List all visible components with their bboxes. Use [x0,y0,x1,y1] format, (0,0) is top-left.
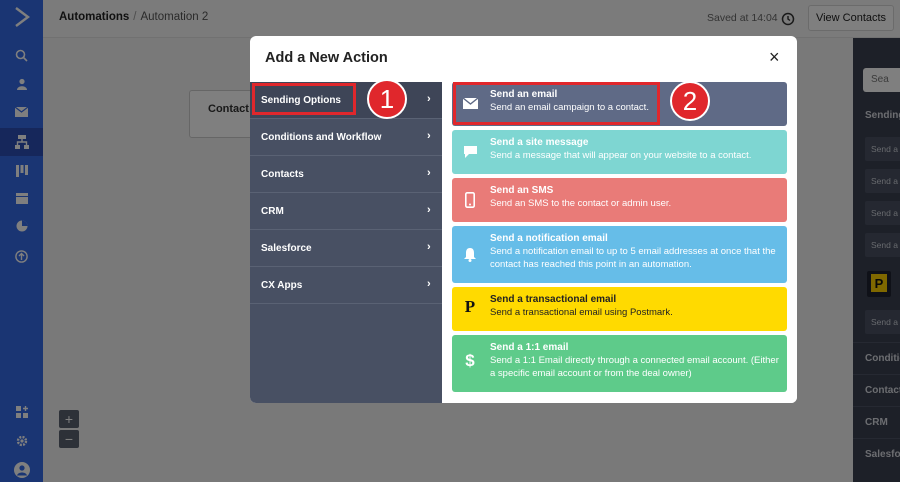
phone-icon [462,192,478,208]
action-send-a-transactional-email[interactable]: P Send a transactional email Send a tran… [452,287,787,331]
action-send-an-sms[interactable]: Send an SMS Send an SMS to the contact o… [452,178,787,222]
action-description: Send a message that will appear on your … [490,150,752,161]
action-description: Send an SMS to the contact or admin user… [490,198,672,209]
action-send-a-site-message[interactable]: Send a site message Send a message that … [452,130,787,174]
category-label: CRM [261,206,284,217]
highlight-send-an-email [453,82,660,125]
dollar-icon: $ [465,351,475,370]
bell-icon [462,246,478,262]
action-list: Send an email Send an email campaign to … [442,82,797,403]
category-cx-apps[interactable]: CX Apps › [250,267,442,304]
chevron-right-icon: › [427,93,431,105]
action-description: Send a 1:1 Email directly through a conn… [490,355,779,379]
chevron-right-icon: › [427,241,431,253]
chevron-right-icon: › [427,167,431,179]
chevron-right-icon: › [427,278,431,290]
action-title: Send an SMS [490,185,554,196]
action-title: Send a 1:1 email [490,342,569,353]
category-list: Sending Options › Conditions and Workflo… [250,82,442,403]
highlight-sending-options [252,83,356,115]
step-2-badge: 2 [670,81,710,121]
chevron-right-icon: › [427,130,431,142]
step-1-badge: 1 [367,79,407,119]
action-title: Send a notification email [490,233,608,244]
modal-title: Add a New Action [265,50,388,66]
action-title: Send a site message [490,137,589,148]
category-label: Salesforce [261,243,312,254]
action-send-a-notification-email[interactable]: Send a notification email Send a notific… [452,226,787,283]
category-salesforce[interactable]: Salesforce › [250,230,442,267]
close-icon[interactable]: × [769,48,780,66]
chevron-right-icon: › [427,204,431,216]
chat-bubble-icon [462,144,478,160]
postmark-icon: P [464,297,476,316]
action-description: Send a notification email to up to 5 ema… [490,246,776,270]
action-title: Send a transactional email [490,294,617,305]
category-label: CX Apps [261,280,303,291]
category-contacts[interactable]: Contacts › [250,156,442,193]
category-conditions-and-workflow[interactable]: Conditions and Workflow › [250,119,442,156]
category-label: Contacts [261,169,304,180]
category-crm[interactable]: CRM › [250,193,442,230]
category-label: Conditions and Workflow [261,132,382,143]
action-description: Send a transactional email using Postmar… [490,307,673,318]
action-send-a-1-1-email[interactable]: $ Send a 1:1 email Send a 1:1 Email dire… [452,335,787,392]
